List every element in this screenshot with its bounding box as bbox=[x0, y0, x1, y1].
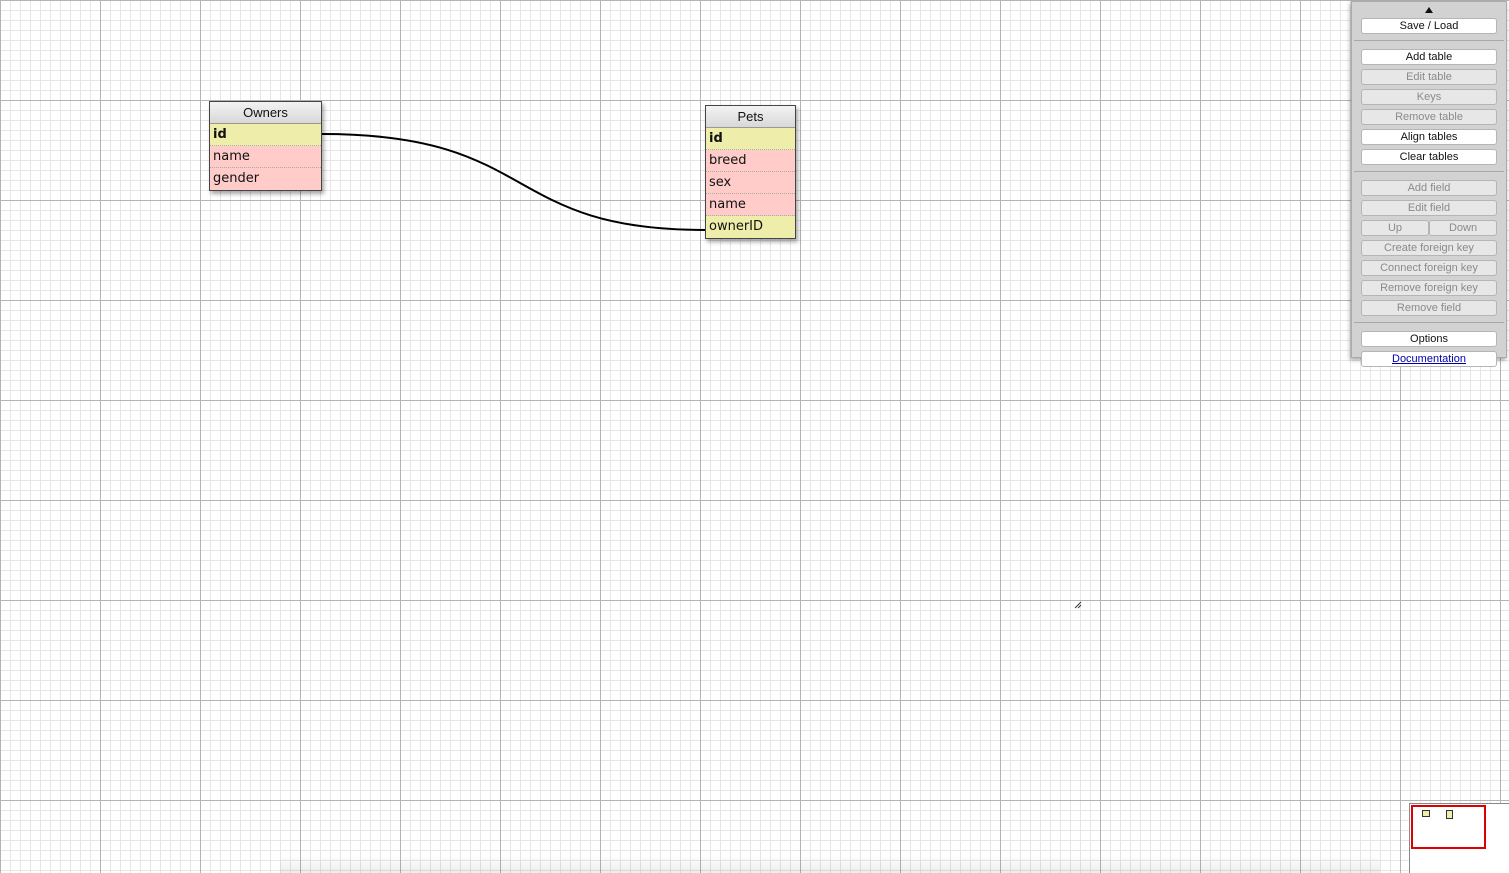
field-row[interactable]: id bbox=[210, 124, 321, 146]
keys-button[interactable]: Keys bbox=[1361, 89, 1497, 105]
move-field-group: Up Down bbox=[1361, 220, 1497, 236]
create-foreign-key-button[interactable]: Create foreign key bbox=[1361, 240, 1497, 256]
field-row[interactable]: name bbox=[210, 146, 321, 168]
documentation-link[interactable]: Documentation bbox=[1361, 351, 1497, 367]
table-owners[interactable]: Owners id name gender bbox=[209, 101, 322, 191]
add-field-button[interactable]: Add field bbox=[1361, 180, 1497, 196]
clear-tables-button[interactable]: Clear tables bbox=[1361, 149, 1497, 165]
move-down-button[interactable]: Down bbox=[1429, 220, 1497, 236]
toolbar-panel: Save / Load Add table Edit table Keys Re… bbox=[1351, 1, 1507, 367]
divider bbox=[1354, 322, 1504, 323]
move-up-button[interactable]: Up bbox=[1361, 220, 1429, 236]
field-row[interactable]: gender bbox=[210, 168, 321, 190]
options-button[interactable]: Options bbox=[1361, 331, 1497, 347]
edit-field-button[interactable]: Edit field bbox=[1361, 200, 1497, 216]
minimap[interactable] bbox=[1409, 803, 1509, 873]
save-load-button[interactable]: Save / Load bbox=[1361, 18, 1497, 34]
align-tables-button[interactable]: Align tables bbox=[1361, 129, 1497, 145]
divider bbox=[1354, 40, 1504, 41]
table-title[interactable]: Owners bbox=[210, 102, 321, 124]
add-table-button[interactable]: Add table bbox=[1361, 49, 1497, 65]
resize-handle-icon[interactable] bbox=[1073, 600, 1083, 610]
relation-owners-id-to-pets-ownerid[interactable] bbox=[321, 133, 706, 231]
minimap-table-owners bbox=[1422, 810, 1430, 817]
field-row[interactable]: sex bbox=[706, 172, 795, 194]
edit-table-button[interactable]: Edit table bbox=[1361, 69, 1497, 85]
field-row[interactable]: ownerID bbox=[706, 216, 795, 238]
field-row[interactable]: breed bbox=[706, 150, 795, 172]
connect-foreign-key-button[interactable]: Connect foreign key bbox=[1361, 260, 1497, 276]
remove-field-button[interactable]: Remove field bbox=[1361, 300, 1497, 316]
minimap-table-pets bbox=[1446, 810, 1453, 819]
table-title[interactable]: Pets bbox=[706, 106, 795, 128]
remove-table-button[interactable]: Remove table bbox=[1361, 109, 1497, 125]
collapse-arrow bbox=[1425, 7, 1433, 13]
divider bbox=[1354, 171, 1504, 172]
table-pets[interactable]: Pets id breed sex name ownerID bbox=[705, 105, 796, 239]
scroll-shadow bbox=[280, 855, 1380, 873]
design-canvas[interactable]: Owners id name gender Pets id breed sex … bbox=[0, 0, 1509, 873]
field-row[interactable]: name bbox=[706, 194, 795, 216]
remove-foreign-key-button[interactable]: Remove foreign key bbox=[1361, 280, 1497, 296]
field-row[interactable]: id bbox=[706, 128, 795, 150]
triangle-up-icon[interactable] bbox=[1352, 2, 1506, 18]
